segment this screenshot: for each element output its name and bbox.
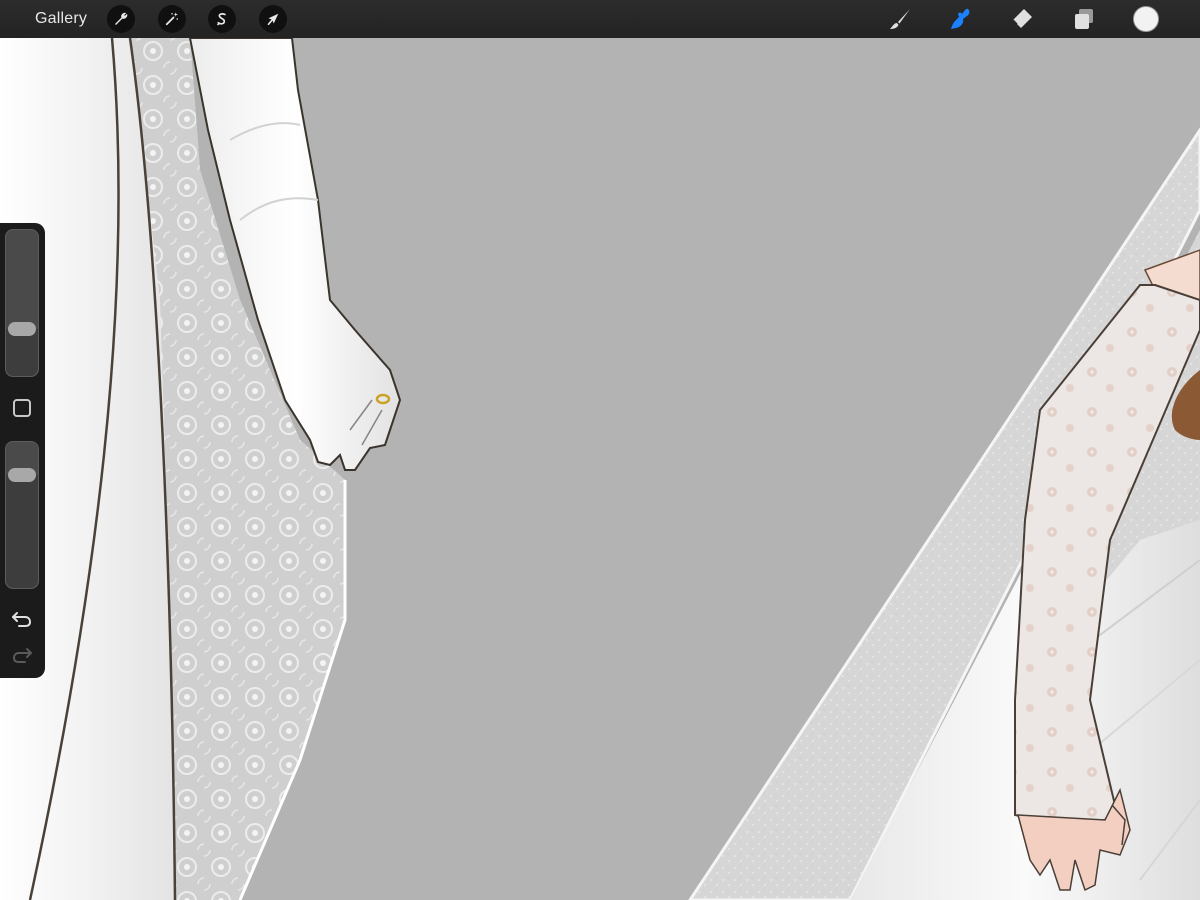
brush-sidebar [0, 223, 45, 678]
transform-button[interactable] [259, 5, 287, 33]
actions-button[interactable] [107, 5, 135, 33]
top-toolbar: Gallery [0, 0, 1200, 38]
brush-size-thumb[interactable] [8, 322, 36, 337]
color-swatch-button[interactable] [1133, 6, 1159, 32]
wrench-icon [115, 12, 128, 25]
redo-button[interactable] [10, 643, 34, 665]
gallery-button[interactable]: Gallery [35, 0, 87, 38]
eraser-button[interactable] [1007, 5, 1037, 33]
selection-button[interactable] [208, 5, 236, 33]
brush-icon [890, 9, 910, 29]
eraser-icon [1012, 9, 1032, 28]
undo-button[interactable] [10, 607, 34, 629]
selection-s-icon [216, 13, 226, 26]
modify-square-button[interactable] [13, 399, 31, 417]
magic-wand-icon [165, 12, 178, 26]
opacity-slider[interactable] [5, 441, 39, 589]
brush-size-slider[interactable] [5, 229, 39, 377]
smudge-button[interactable] [945, 5, 975, 33]
left-gown-figure [0, 38, 402, 900]
adjustments-button[interactable] [158, 5, 186, 33]
opacity-fill [6, 475, 38, 588]
undo-arrow-icon [12, 612, 32, 627]
paint-brush-button[interactable] [885, 5, 915, 33]
smudge-finger-icon [951, 8, 970, 29]
layers-button[interactable] [1069, 5, 1099, 33]
brush-size-fill [6, 329, 38, 376]
drawing-canvas[interactable] [0, 38, 1200, 900]
redo-arrow-icon [12, 648, 32, 663]
arrow-cursor-icon [267, 13, 279, 26]
layers-icon [1075, 9, 1093, 29]
opacity-thumb[interactable] [8, 468, 36, 483]
right-bride-figure [688, 127, 1200, 900]
